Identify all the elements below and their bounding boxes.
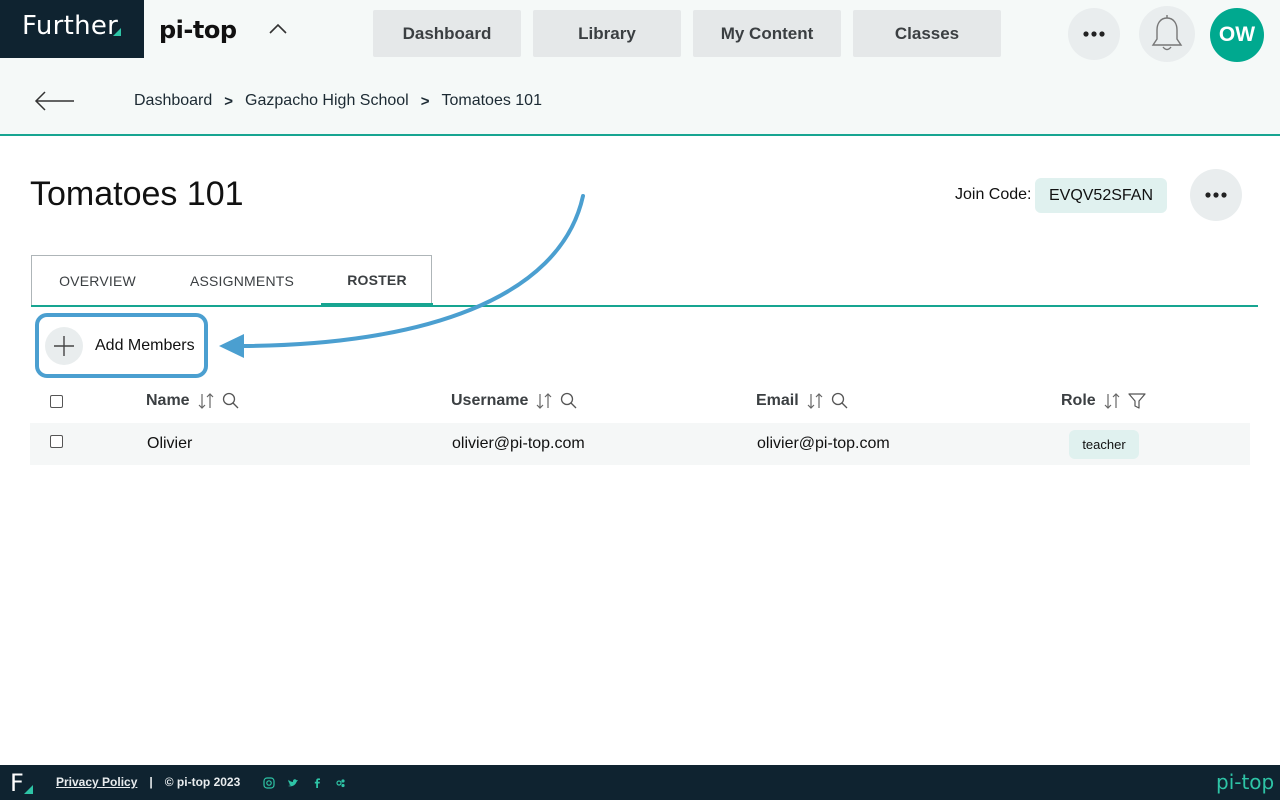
class-options-button[interactable]: [1190, 169, 1242, 221]
chevron-up-icon[interactable]: [268, 22, 288, 36]
breadcrumb-separator: >: [224, 92, 234, 110]
search-icon[interactable]: [831, 392, 849, 410]
footer-divider: |: [149, 775, 153, 789]
footer-logo-triangle: [24, 785, 33, 794]
column-label-username: Username: [451, 392, 529, 409]
breadcrumb-class: Tomatoes 101: [441, 92, 542, 109]
table-row[interactable]: [30, 423, 1250, 465]
facebook-icon[interactable]: [311, 777, 323, 789]
plus-icon: [45, 327, 83, 365]
nav-classes-button[interactable]: Classes: [853, 10, 1001, 57]
breadcrumb-bar: Dashboard > Gazpacho High School > Tomat…: [0, 68, 1280, 136]
role-badge: teacher: [1069, 430, 1139, 459]
back-arrow-icon[interactable]: [34, 90, 76, 112]
ellipsis-icon: [1083, 31, 1105, 37]
instagram-icon[interactable]: [263, 777, 275, 789]
tab-assignments[interactable]: ASSIGNMENTS: [173, 256, 311, 306]
twitter-icon[interactable]: [287, 777, 299, 789]
cell-name: Olivier: [147, 435, 193, 452]
notifications-button[interactable]: [1139, 6, 1195, 62]
sort-icon[interactable]: [536, 392, 552, 410]
more-options-button[interactable]: [1068, 8, 1120, 60]
discord-icon[interactable]: [335, 777, 347, 789]
further-logo[interactable]: Further: [0, 0, 144, 58]
user-avatar[interactable]: OW: [1210, 8, 1264, 62]
tab-roster[interactable]: ROSTER: [321, 256, 433, 306]
column-label-email: Email: [756, 392, 799, 409]
ellipsis-icon: [1205, 192, 1227, 198]
top-navigation-bar: Further pi-top Dashboard Library My Cont…: [0, 0, 1280, 68]
cell-email: olivier@pi-top.com: [757, 435, 890, 452]
column-header-role: Role: [1061, 392, 1146, 410]
sort-icon[interactable]: [807, 392, 823, 410]
bell-icon: [1151, 15, 1183, 51]
filter-icon[interactable]: [1128, 392, 1146, 410]
column-label-role: Role: [1061, 392, 1096, 409]
column-header-username: Username: [451, 392, 578, 410]
brand-name: Further: [22, 11, 119, 41]
brand-triangle-mark: [113, 28, 121, 36]
breadcrumb: Dashboard > Gazpacho High School > Tomat…: [134, 92, 542, 110]
join-code-label: Join Code:: [955, 186, 1032, 203]
sort-icon[interactable]: [198, 392, 214, 410]
cell-username: olivier@pi-top.com: [452, 435, 585, 452]
footer-pi-top-logo[interactable]: pi-top: [1216, 770, 1274, 794]
column-header-name: Name: [146, 392, 240, 410]
privacy-policy-link[interactable]: Privacy Policy: [56, 775, 137, 789]
footer-logo[interactable]: F: [10, 769, 24, 797]
breadcrumb-dashboard[interactable]: Dashboard: [134, 92, 212, 110]
tabs-divider: [31, 305, 1258, 307]
select-all-checkbox[interactable]: [50, 395, 63, 408]
class-tabs: OVERVIEW ASSIGNMENTS ROSTER: [31, 255, 433, 306]
breadcrumb-school[interactable]: Gazpacho High School: [245, 92, 409, 110]
sort-icon[interactable]: [1104, 392, 1120, 410]
add-members-button[interactable]: Add Members: [35, 313, 208, 378]
column-header-email: Email: [756, 392, 849, 410]
search-icon[interactable]: [222, 392, 240, 410]
add-members-label: Add Members: [95, 337, 195, 354]
nav-library-button[interactable]: Library: [533, 10, 681, 57]
nav-my-content-button[interactable]: My Content: [693, 10, 841, 57]
join-code-badge[interactable]: EVQV52SFAN: [1035, 178, 1167, 213]
row-checkbox[interactable]: [50, 435, 63, 448]
footer-links: Privacy Policy | © pi-top 2023: [56, 775, 240, 789]
footer: F Privacy Policy | © pi-top 2023 pi-top: [0, 765, 1280, 800]
breadcrumb-separator: >: [420, 92, 430, 110]
search-icon[interactable]: [560, 392, 578, 410]
column-label-name: Name: [146, 392, 190, 409]
copyright-text: © pi-top 2023: [164, 775, 241, 789]
tab-overview[interactable]: OVERVIEW: [32, 256, 163, 306]
nav-dashboard-button[interactable]: Dashboard: [373, 10, 521, 57]
product-name: pi-top: [159, 16, 237, 44]
page-title: Tomatoes 101: [30, 175, 244, 213]
